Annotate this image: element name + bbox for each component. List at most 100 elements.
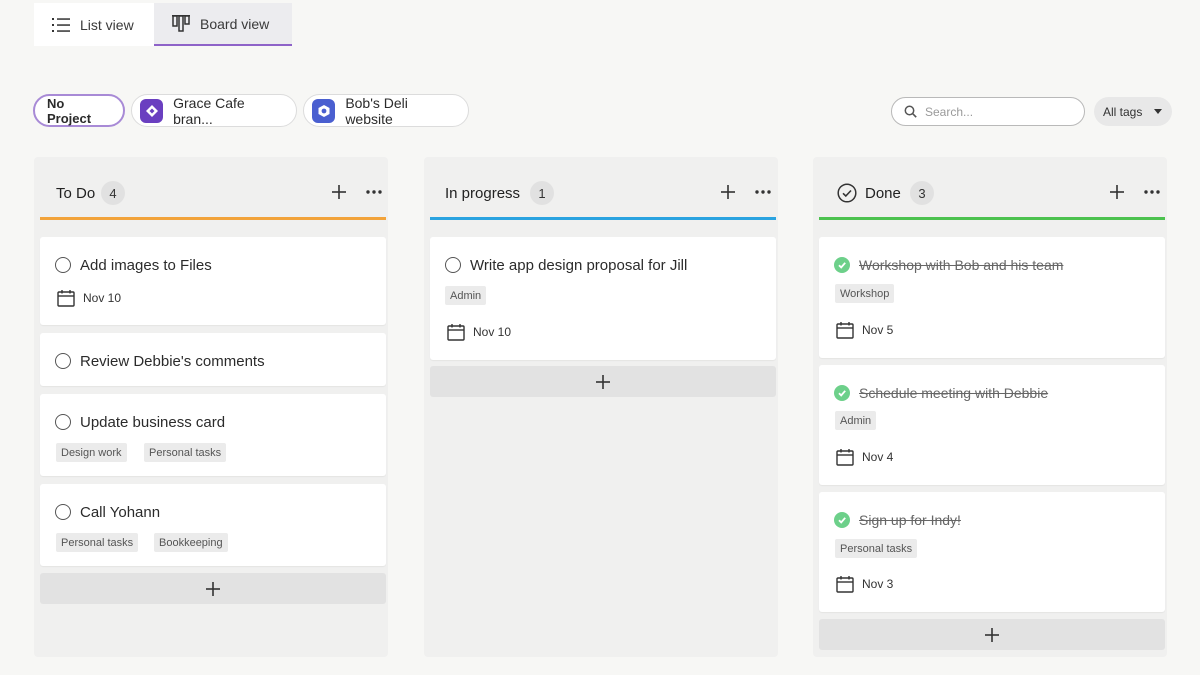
check-circle-icon [837,183,857,203]
task-date-text: Nov 10 [473,325,512,339]
task-title: Schedule meeting with Debbie [859,385,1049,401]
column-accent-bar [819,217,1165,220]
task-card[interactable]: Call Yohann Personal tasks Bookkeeping [40,484,386,566]
calendar-icon [57,290,75,307]
more-icon[interactable] [1143,186,1161,198]
calendar-icon [836,449,854,466]
hexagon-icon [312,98,336,123]
task-tag: Admin [445,286,487,305]
diamond-icon [140,98,164,123]
task-tag: Personal tasks [144,443,227,462]
task-checkbox-checked[interactable] [834,385,850,401]
tab-board-view-label: Board view [200,15,270,32]
add-icon[interactable] [330,183,348,201]
add-icon[interactable] [719,183,737,201]
task-checkbox[interactable] [445,257,461,273]
task-title: Workshop with Bob and his team [859,257,1064,273]
column-header: Done 3 [813,157,1167,220]
column-accent-bar [430,217,776,220]
column-header: In progress 1 [424,157,778,220]
task-card[interactable]: Schedule meeting with Debbie Admin Nov 4 [819,365,1165,485]
column-title: In progress [445,185,521,202]
task-card[interactable]: Add images to Files Nov 10 [40,237,386,325]
calendar-icon [836,322,854,339]
task-due-date: Nov 10 [447,323,511,341]
task-card[interactable]: Sign up for Indy! Personal tasks Nov 3 [819,492,1165,612]
add-icon[interactable] [1108,183,1126,201]
task-date-text: Nov 10 [83,291,122,305]
add-card-button[interactable] [819,619,1165,650]
task-title: Review Debbie's comments [80,353,265,370]
task-date-text: Nov 5 [862,323,894,337]
checkmark-icon [838,390,846,397]
task-due-date: Nov 10 [57,289,121,307]
task-tag: Workshop [835,284,895,303]
tab-list-view[interactable]: List view [34,3,154,46]
board-icon [172,14,190,32]
project-chip-label: Bob's Deli website [345,94,408,127]
caret-down-icon [1154,109,1163,114]
add-card-button[interactable] [430,366,776,397]
project-chip-grace-cafe[interactable]: Grace Cafe bran... [131,94,297,127]
more-icon[interactable] [754,186,772,198]
task-card[interactable]: Workshop with Bob and his team Workshop … [819,237,1165,358]
task-tag: Personal tasks [835,539,918,558]
checkmark-icon [838,517,846,524]
search-input[interactable] [925,104,1065,119]
task-checkbox-checked[interactable] [834,512,850,528]
tags-filter-label: All tags [1103,104,1143,119]
task-due-date: Nov 3 [836,575,893,593]
project-filter: No Project Grace Cafe bran... Bob's Deli… [33,94,469,127]
column-title: To Do [56,185,96,202]
task-date-text: Nov 4 [862,450,894,464]
column-todo: To Do 4 Add images to Files Nov 10 Revie… [34,157,388,657]
task-tag: Personal tasks [56,533,139,552]
column-count: 3 [910,181,934,205]
column-in-progress: In progress 1 Write app design proposal … [424,157,778,657]
task-title: Write app design proposal for Jill [470,257,688,274]
task-date-text: Nov 3 [862,577,894,591]
task-card[interactable]: Update business card Design work Persona… [40,394,386,476]
column-count: 1 [530,181,554,205]
column-done: Done 3 Workshop with Bob and his team Wo… [813,157,1167,657]
task-checkbox[interactable] [55,257,71,273]
column-count: 4 [101,181,125,205]
add-icon [206,581,220,596]
tags-filter-dropdown[interactable]: All tags [1094,97,1172,126]
search-box [891,97,1085,126]
task-tag: Design work [56,443,127,462]
task-checkbox[interactable] [55,353,71,369]
task-tag: Bookkeeping [154,533,228,552]
task-checkbox[interactable] [55,504,71,520]
task-title: Update business card [80,414,226,431]
tab-list-view-label: List view [80,16,134,33]
task-card[interactable]: Review Debbie's comments [40,333,386,386]
calendar-icon [836,576,854,593]
column-accent-bar [40,217,386,220]
search-icon [904,105,917,118]
calendar-icon [447,324,465,341]
checkmark-icon [838,262,846,269]
view-tabs: List view Board view [34,3,292,46]
project-chip-label: Grace Cafe bran... [173,94,245,127]
more-icon[interactable] [365,186,383,198]
add-icon [596,374,610,389]
project-chip-label: No Project [47,95,92,126]
task-title: Add images to Files [80,257,212,274]
add-card-button[interactable] [40,573,386,604]
task-due-date: Nov 4 [836,448,893,466]
column-header: To Do 4 [34,157,388,220]
task-due-date: Nov 5 [836,321,893,339]
project-chip-bobs-deli[interactable]: Bob's Deli website [303,94,469,127]
task-checkbox[interactable] [55,414,71,430]
task-card[interactable]: Write app design proposal for Jill Admin… [430,237,776,360]
add-icon [985,627,999,642]
list-icon [52,17,70,32]
task-tag: Admin [835,411,877,430]
tab-board-view[interactable]: Board view [154,3,292,46]
task-checkbox-checked[interactable] [834,257,850,273]
project-chip-no-project[interactable]: No Project [33,94,125,127]
column-title: Done [865,185,901,202]
task-title: Call Yohann [80,504,161,521]
task-title: Sign up for Indy! [859,512,961,528]
